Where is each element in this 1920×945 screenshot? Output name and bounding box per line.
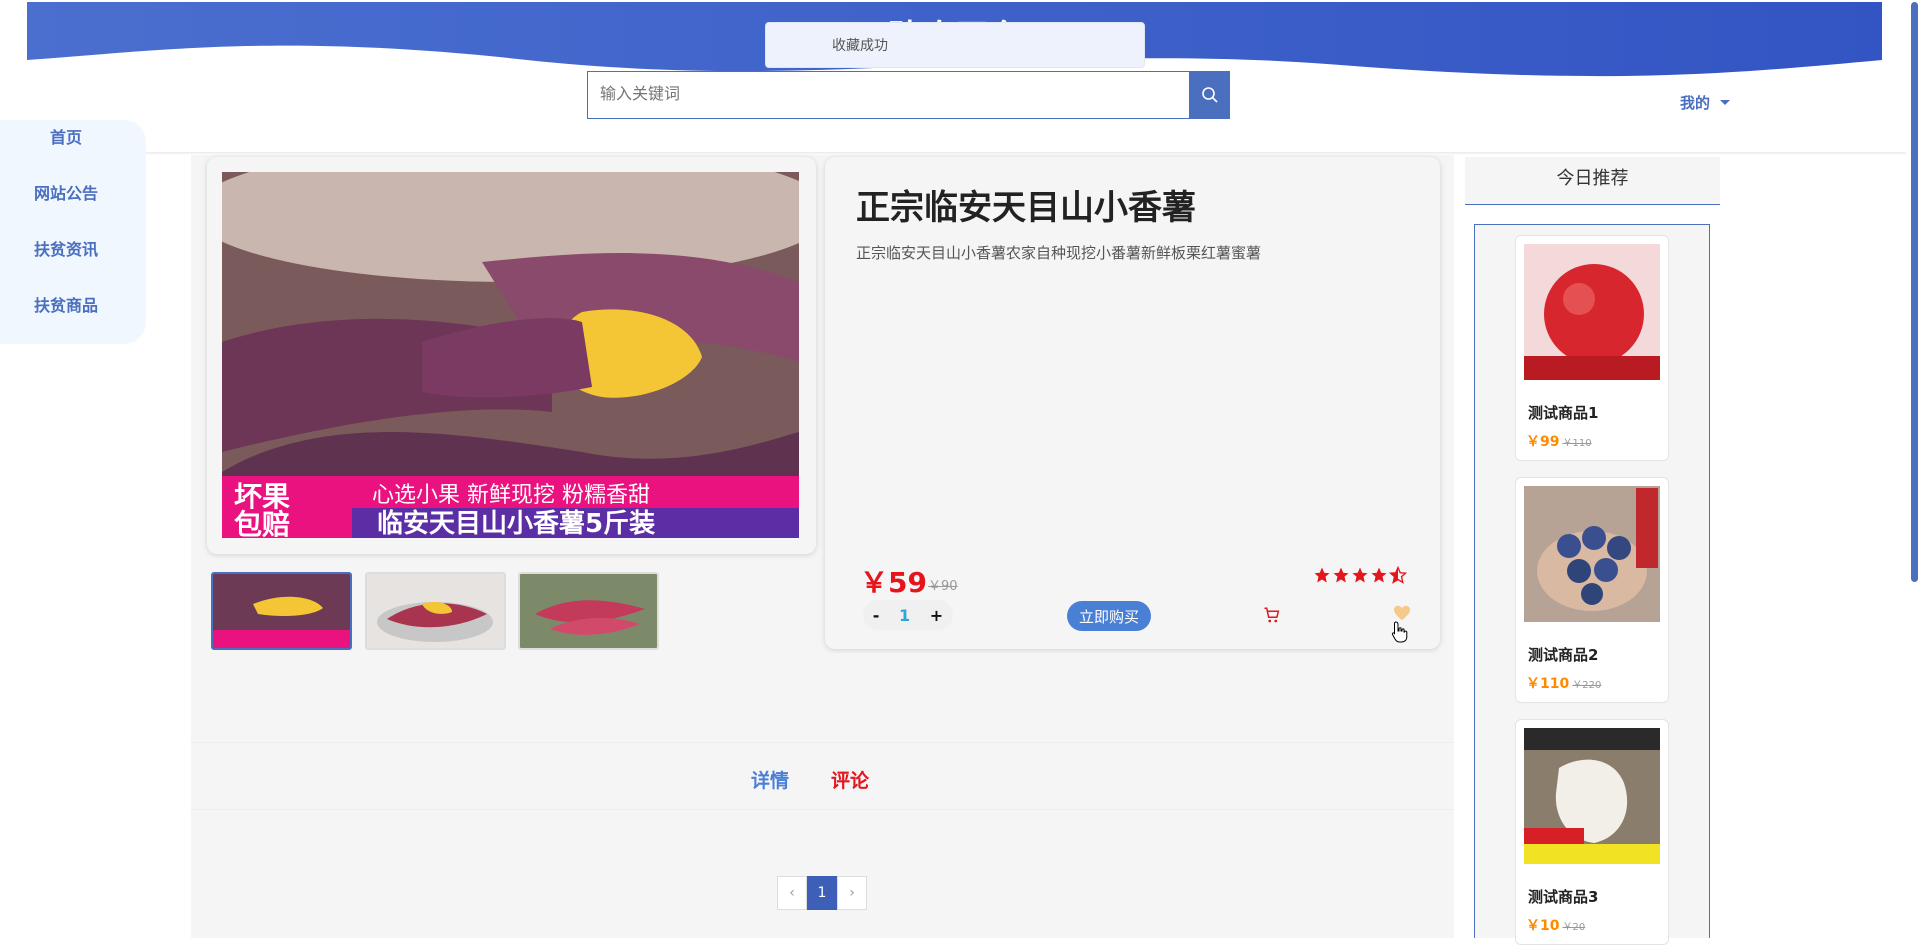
recommend-item-image <box>1524 728 1660 864</box>
pagination-page-1[interactable]: 1 <box>807 876 837 910</box>
product-description: 正宗临安天目山小香薯农家自种现挖小番薯新鲜板栗红薯蜜薯 <box>856 244 1262 262</box>
product-thumbnail-1[interactable] <box>211 572 352 650</box>
pagination: ‹ 1 › <box>777 876 867 910</box>
quantity-value[interactable]: 1 <box>899 606 910 625</box>
star-icon <box>1352 567 1368 583</box>
tab-details[interactable]: 详情 <box>751 766 789 793</box>
search-bar <box>587 71 1230 119</box>
recommend-item-name: 测试商品1 <box>1528 404 1599 422</box>
product-main-image: 坏果 包赔 心选小果 新鲜现挖 粉糯香甜 临安天目山小香薯5斤装 <box>222 172 799 538</box>
user-menu[interactable]: 我的 <box>1680 92 1731 113</box>
recommend-item-price: ￥10 ￥20 <box>1526 918 1586 934</box>
sidebar-nav: 首页 网站公告 扶贫资讯 扶贫商品 <box>0 120 146 344</box>
product-price: ￥59 <box>860 566 927 599</box>
heart-icon[interactable] <box>1393 605 1411 621</box>
toast-notification: 收藏成功 <box>765 22 1145 68</box>
recommend-item-price: ￥110 ￥220 <box>1526 676 1602 692</box>
user-menu-label: 我的 <box>1680 94 1711 112</box>
quantity-stepper: - 1 + <box>863 600 953 630</box>
product-rating <box>1313 566 1407 584</box>
product-thumbnail-2[interactable] <box>365 572 506 650</box>
recommend-item-image <box>1524 244 1660 380</box>
pagination-next-button[interactable]: › <box>837 876 867 910</box>
recommend-item-name: 测试商品2 <box>1528 646 1599 664</box>
star-icon <box>1371 567 1387 583</box>
search-icon <box>1201 87 1218 103</box>
recommend-item-price: ￥99 ￥110 <box>1526 434 1592 450</box>
quantity-decrease-button[interactable]: - <box>873 606 880 625</box>
image-badge-line2: 包赔 <box>234 508 290 538</box>
image-banner-top: 心选小果 新鲜现挖 粉糯香甜 <box>372 483 650 508</box>
search-input[interactable] <box>587 71 1189 119</box>
sidebar-item-news[interactable]: 扶贫资讯 <box>0 236 132 260</box>
cart-icon[interactable] <box>1263 606 1281 624</box>
product-thumbnail-3[interactable] <box>518 572 659 650</box>
sidebar-item-notices[interactable]: 网站公告 <box>0 180 132 204</box>
image-banner-bottom: 临安天目山小香薯5斤装 <box>377 508 655 538</box>
star-icon <box>1333 567 1349 583</box>
recommend-item-image <box>1524 486 1660 622</box>
quantity-increase-button[interactable]: + <box>930 606 943 625</box>
recommend-item[interactable]: 测试商品1 ￥99 ￥110 <box>1515 235 1669 461</box>
recommend-title: 今日推荐 <box>1465 157 1720 205</box>
product-title: 正宗临安天目山小香薯 <box>856 188 1196 228</box>
recommend-item-name: 测试商品3 <box>1528 888 1599 906</box>
tab-comments[interactable]: 评论 <box>831 766 869 793</box>
chevron-down-icon <box>1720 100 1731 105</box>
sidebar-item-products[interactable]: 扶贫商品 <box>0 292 132 316</box>
star-icon <box>1314 567 1330 583</box>
recommend-item[interactable]: 测试商品2 ￥110 ￥220 <box>1515 477 1669 703</box>
star-half-icon <box>1389 566 1407 584</box>
sidebar-item-home[interactable]: 首页 <box>0 124 132 148</box>
search-button[interactable] <box>1189 71 1230 119</box>
product-original-price: ￥90 <box>928 579 958 594</box>
toast-message: 收藏成功 <box>832 38 888 54</box>
pointer-cursor-icon <box>1391 621 1408 643</box>
buy-now-button[interactable]: 立即购买 <box>1067 601 1151 631</box>
pagination-prev-button[interactable]: ‹ <box>777 876 807 910</box>
recommend-item[interactable]: 测试商品3 ￥10 ￥20 <box>1515 719 1669 945</box>
scrollbar-thumb[interactable] <box>1911 2 1918 582</box>
detail-tabs-bar <box>191 742 1454 810</box>
